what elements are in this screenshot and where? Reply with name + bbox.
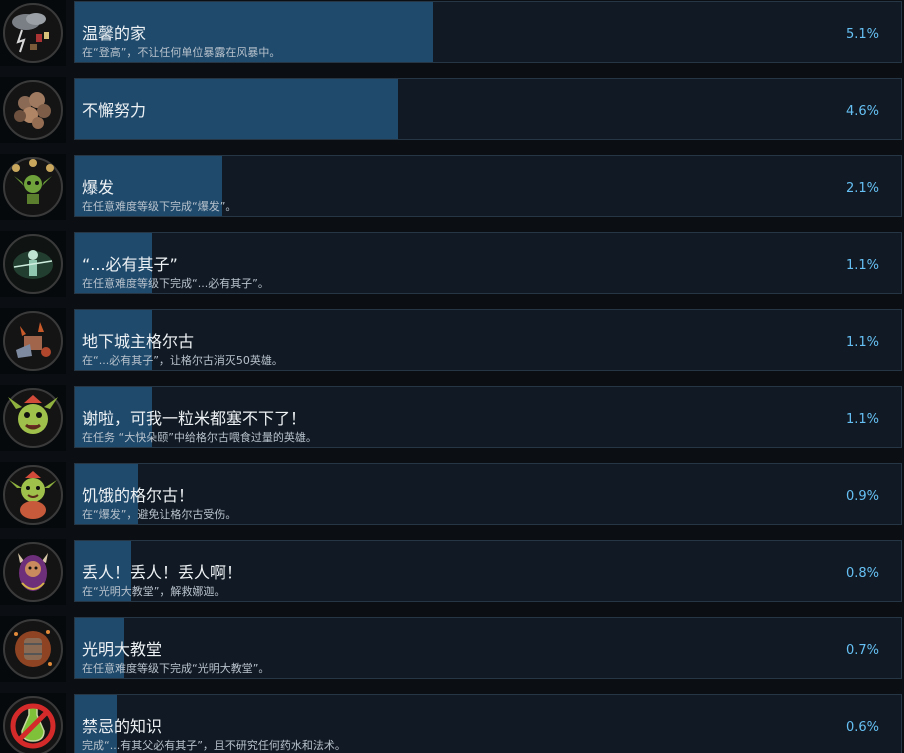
achievement-title: 光明大教堂 <box>82 640 163 659</box>
hungry-goblin-icon <box>3 465 63 525</box>
achievement-icon-frame <box>0 308 66 374</box>
achievement-card[interactable]: 禁忌的知识 完成“...有其父必有其子”，且不研究任何药水和法术。 0.6% <box>74 694 902 753</box>
achievement-row: 谢啦，可我一粒米都塞不下了！ 在任务 “大快朵颐”中给格尔古喂食过量的英雄。 1… <box>0 385 904 451</box>
achievement-card[interactable]: 爆发 在任意难度等级下完成“爆发”。 2.1% <box>74 155 902 217</box>
achievement-icon-frame <box>0 0 66 66</box>
unlock-percent: 1.1% <box>845 258 879 273</box>
achievement-description: 在“登高”，不让任何单位暴露在风暴中。 <box>82 46 281 59</box>
achievement-row: 饥饿的格尔古！ 在“爆发”，避免让格尔古受伤。 0.9% <box>0 462 904 528</box>
achievement-row: 爆发 在任意难度等级下完成“爆发”。 2.1% <box>0 154 904 220</box>
achievement-title: “...必有其子” <box>82 255 178 274</box>
achievement-title: 丢人！丢人！丢人啊！ <box>82 563 243 582</box>
achievement-icon-frame <box>0 616 66 682</box>
achievement-icon-frame <box>0 462 66 528</box>
achievement-card[interactable]: “...必有其子” 在任意难度等级下完成“...必有其子”。 1.1% <box>74 232 902 294</box>
unlock-percent: 0.7% <box>845 643 879 658</box>
achievement-row: 丢人！丢人！丢人啊！ 在“光明大教堂”，解救娜迦。 0.8% <box>0 539 904 605</box>
achievement-row: 不懈努力 4.6% <box>0 77 904 143</box>
barrel-blast-icon <box>3 619 63 679</box>
achievement-description: 在任意难度等级下完成“光明大教堂”。 <box>82 662 270 675</box>
achievement-card[interactable]: 饥饿的格尔古！ 在“爆发”，避免让格尔古受伤。 0.9% <box>74 463 902 525</box>
storm-cloud-icon <box>3 3 63 63</box>
achievement-description: 在“爆发”，避免让格尔古受伤。 <box>82 508 237 521</box>
unlock-percent: 0.9% <box>845 489 879 504</box>
rock-pile-icon <box>3 80 63 140</box>
naga-icon <box>3 542 63 602</box>
achievement-description: 完成“...有其父必有其子”，且不研究任何药水和法术。 <box>82 739 346 752</box>
achievement-description: 在任务 “大快朵颐”中给格尔古喂食过量的英雄。 <box>82 431 317 444</box>
achievement-icon-frame <box>0 77 66 143</box>
achievement-icon-frame <box>0 231 66 297</box>
achievement-row: “...必有其子” 在任意难度等级下完成“...必有其子”。 1.1% <box>0 231 904 297</box>
achievement-icon-frame <box>0 539 66 605</box>
achievement-card[interactable]: 温馨的家 在“登高”，不让任何单位暴露在风暴中。 5.1% <box>74 1 902 63</box>
achievement-icon-frame <box>0 693 66 753</box>
unlock-percent: 2.1% <box>845 181 879 196</box>
achievement-row: 禁忌的知识 完成“...有其父必有其子”，且不研究任何药水和法术。 0.6% <box>0 693 904 753</box>
ghost-figure-icon <box>3 234 63 294</box>
unlock-percent: 4.6% <box>845 104 879 119</box>
achievement-title: 不懈努力 <box>82 101 147 120</box>
unlock-percent: 1.1% <box>845 412 879 427</box>
unlock-percent: 0.6% <box>845 720 879 735</box>
achievement-title: 谢啦，可我一粒米都塞不下了！ <box>82 409 307 428</box>
achievement-description: 在任意难度等级下完成“...必有其子”。 <box>82 277 269 290</box>
achievement-description: 在“光明大教堂”，解救娜迦。 <box>82 585 226 598</box>
achievement-title: 饥饿的格尔古！ <box>82 486 195 505</box>
no-potion-icon <box>3 696 63 753</box>
achievement-title: 爆发 <box>82 178 115 197</box>
achievement-card[interactable]: 丢人！丢人！丢人啊！ 在“光明大教堂”，解救娜迦。 0.8% <box>74 540 902 602</box>
achievement-row: 地下城主格尔古 在“...必有其子”，让格尔古消灭50英雄。 1.1% <box>0 308 904 374</box>
unlock-percent: 1.1% <box>845 335 879 350</box>
achievement-card[interactable]: 地下城主格尔古 在“...必有其子”，让格尔古消灭50英雄。 1.1% <box>74 309 902 371</box>
unlock-percent: 5.1% <box>845 27 879 42</box>
achievement-title: 地下城主格尔古 <box>82 332 195 351</box>
achievement-icon-frame <box>0 154 66 220</box>
achievement-title: 禁忌的知识 <box>82 717 163 736</box>
achievement-card[interactable]: 不懈努力 4.6% <box>74 78 902 140</box>
goblin-face-icon <box>3 388 63 448</box>
dungeon-lord-icon <box>3 311 63 371</box>
achievement-row: 光明大教堂 在任意难度等级下完成“光明大教堂”。 0.7% <box>0 616 904 682</box>
achievement-card[interactable]: 谢啦，可我一粒米都塞不下了！ 在任务 “大快朵颐”中给格尔古喂食过量的英雄。 1… <box>74 386 902 448</box>
achievement-title: 温馨的家 <box>82 24 147 43</box>
achievement-description: 在任意难度等级下完成“爆发”。 <box>82 200 237 213</box>
achievement-icon-frame <box>0 385 66 451</box>
achievement-row: 温馨的家 在“登高”，不让任何单位暴露在风暴中。 5.1% <box>0 0 904 66</box>
achievement-description: 在“...必有其子”，让格尔古消灭50英雄。 <box>82 354 283 367</box>
goblin-juggler-icon <box>3 157 63 217</box>
unlock-percent: 0.8% <box>845 566 879 581</box>
achievement-card[interactable]: 光明大教堂 在任意难度等级下完成“光明大教堂”。 0.7% <box>74 617 902 679</box>
achievement-list: 温馨的家 在“登高”，不让任何单位暴露在风暴中。 5.1% 不懈努力 4.6% <box>0 0 904 753</box>
